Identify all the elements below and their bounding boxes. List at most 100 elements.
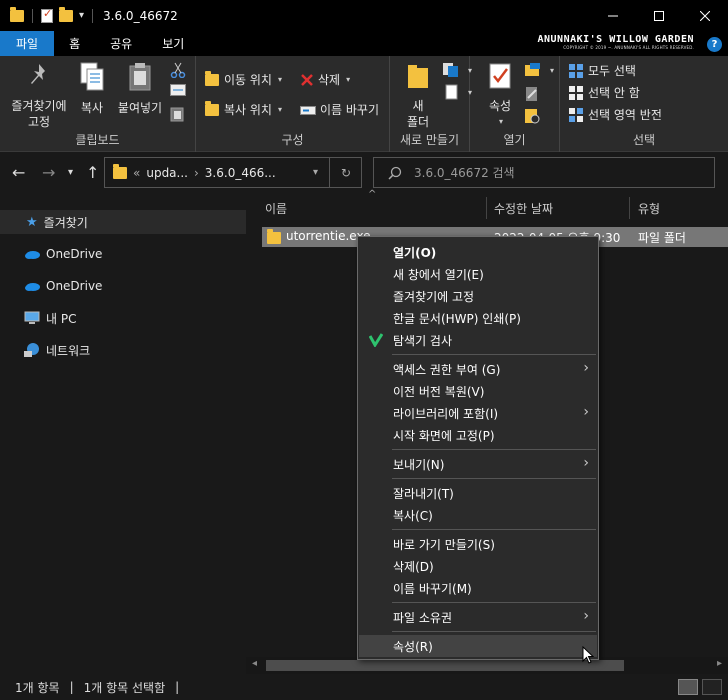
scrollbar-thumb[interactable] xyxy=(266,660,624,671)
brand-logo: ANUNNAKI'S WILLOW GARDEN COPYRIGHT © 201… xyxy=(538,34,695,50)
edit-button[interactable] xyxy=(524,86,540,102)
copy-path-button[interactable] xyxy=(170,84,186,96)
ribbon-group-label: 선택 xyxy=(632,133,656,147)
ribbon-group-clipboard: 즐겨찾기에 고정 복사 붙여넣기 클립보드 xyxy=(0,56,196,152)
invert-selection-button[interactable]: 선택 영역 반전 xyxy=(568,106,662,123)
menu-item[interactable]: 바로 가기 만들기(S) xyxy=(359,533,597,555)
help-button[interactable]: ? xyxy=(707,37,722,52)
ribbon-group-open: 속성 ▾ ▾ 열기 xyxy=(470,56,560,152)
column-header-date[interactable]: 수정한 날짜 xyxy=(494,197,553,219)
chevron-down-icon: ▾ xyxy=(346,75,351,84)
sidebar-item-this-pc[interactable]: 내 PC xyxy=(0,306,246,330)
paste-label: 붙여넣기 xyxy=(117,101,163,115)
up-button[interactable]: ↑ xyxy=(86,163,99,182)
menu-item[interactable]: 이름 바꾸기(M) xyxy=(359,577,597,599)
tab-file[interactable]: 파일 xyxy=(0,31,55,56)
new-folder-button[interactable]: 새 폴더 xyxy=(400,62,436,130)
column-header-name[interactable]: 이름 xyxy=(265,197,287,219)
pin-icon xyxy=(31,64,45,84)
edit-icon xyxy=(526,87,537,101)
menu-item[interactable]: 시작 화면에 고정(P) xyxy=(359,424,597,446)
paste-button[interactable]: 붙여넣기 xyxy=(114,62,166,116)
open-button[interactable]: ▾ xyxy=(524,62,554,78)
menu-item[interactable]: 액세스 권한 부여 (G) › xyxy=(359,358,597,380)
move-to-button[interactable]: 이동 위치 ▾ xyxy=(204,70,282,88)
menu-separator xyxy=(392,478,596,479)
chevron-right-icon: › xyxy=(583,455,589,471)
delete-label: 삭제 xyxy=(318,73,341,87)
copy-button[interactable]: 복사 xyxy=(74,62,110,116)
maximize-button[interactable] xyxy=(636,0,682,31)
menu-item[interactable]: 열기(O) xyxy=(359,241,597,263)
menu-item[interactable]: 이전 버전 복원(V) xyxy=(359,380,597,402)
refresh-icon[interactable]: ↻ xyxy=(341,166,351,180)
breadcrumb-updates[interactable]: upda... xyxy=(146,166,188,180)
details-view-button[interactable] xyxy=(678,679,698,695)
chevron-down-icon[interactable]: ▾ xyxy=(313,167,318,178)
tab-view[interactable]: 보기 xyxy=(147,31,199,56)
scroll-left-icon[interactable]: ◂ xyxy=(252,658,257,669)
delete-button[interactable]: 삭제 ▾ xyxy=(300,71,350,88)
file-type: 파일 폴더 xyxy=(638,231,686,245)
sidebar-item-network[interactable]: 네트워크 xyxy=(0,338,246,362)
sidebar-item-favorites[interactable]: ★ 즐겨찾기 xyxy=(0,210,246,234)
large-icons-view-button[interactable] xyxy=(702,679,722,695)
menu-item[interactable]: 복사(C) xyxy=(359,504,597,526)
menu-item[interactable]: 한글 문서(HWP) 인쇄(P) xyxy=(359,307,597,329)
minimize-button[interactable] xyxy=(590,0,636,31)
select-all-button[interactable]: 모두 선택 xyxy=(568,62,636,79)
menu-item[interactable]: 즐겨찾기에 고정 xyxy=(359,285,597,307)
menu-item[interactable]: 새 창에서 열기(E) xyxy=(359,263,597,285)
menu-item[interactable]: 파일 소유권 › xyxy=(359,606,597,628)
sidebar-item-onedrive-2[interactable]: OneDrive xyxy=(0,274,246,298)
path-overflow[interactable]: « xyxy=(133,166,140,180)
menu-item[interactable]: 삭제(D) xyxy=(359,555,597,577)
menu-item[interactable]: 잘라내기(T) xyxy=(359,482,597,504)
forward-button[interactable]: → xyxy=(42,163,55,182)
menu-separator xyxy=(392,354,596,355)
column-divider[interactable] xyxy=(629,197,630,219)
recent-locations-dropdown[interactable]: ▾ xyxy=(68,167,73,178)
back-button[interactable]: ← xyxy=(12,163,25,182)
address-bar[interactable]: « upda... › 3.6.0_466... ▾ ↻ xyxy=(104,157,362,188)
folder-icon xyxy=(267,229,281,244)
properties-button[interactable]: 속성 ▾ xyxy=(482,62,518,130)
tab-home[interactable]: 홈 xyxy=(54,31,95,56)
menu-item[interactable]: 탐색기 검사 xyxy=(359,329,597,351)
menu-item[interactable]: 속성(R) xyxy=(359,635,597,657)
menu-item[interactable]: 라이브러리에 포함(I) › xyxy=(359,402,597,424)
delete-x-icon xyxy=(301,73,313,86)
rename-button[interactable]: 이름 바꾸기 xyxy=(300,101,379,118)
new-folder-icon[interactable] xyxy=(59,6,73,22)
sidebar-item-label: 즐겨찾기 xyxy=(43,215,88,230)
status-separator: | xyxy=(69,680,74,694)
easy-access-button[interactable]: ▾ xyxy=(442,84,472,100)
copy-folder-icon xyxy=(204,100,220,118)
tab-share[interactable]: 공유 xyxy=(95,31,147,56)
menu-item-label: 속성(R) xyxy=(393,639,433,654)
paste-shortcut-button[interactable] xyxy=(170,106,184,122)
pin-to-quick-access-button[interactable]: 즐겨찾기에 고정 xyxy=(6,62,72,130)
column-header-type[interactable]: 유형 xyxy=(638,197,660,219)
history-button[interactable] xyxy=(524,108,540,124)
search-box[interactable]: 3.6.0_46672 검색 xyxy=(373,157,715,188)
breadcrumb-current[interactable]: 3.6.0_466... xyxy=(205,166,276,180)
scroll-right-icon[interactable]: ▸ xyxy=(717,658,722,669)
properties-icon[interactable] xyxy=(41,7,53,23)
maximize-icon xyxy=(654,10,664,21)
minimize-icon xyxy=(608,15,618,16)
new-item-button[interactable]: ▾ xyxy=(442,62,472,78)
copy-to-button[interactable]: 복사 위치 ▾ xyxy=(204,100,282,118)
cut-button[interactable] xyxy=(170,62,186,78)
new-folder-label: 새 폴더 xyxy=(406,99,430,129)
menu-item[interactable]: 보내기(N) › xyxy=(359,453,597,475)
select-none-button[interactable]: 선택 안 함 xyxy=(568,84,640,101)
folder-icon xyxy=(113,163,127,179)
customize-toolbar-dropdown[interactable]: ▾ xyxy=(79,10,84,21)
menu-separator xyxy=(392,529,596,530)
sidebar-item-onedrive[interactable]: OneDrive xyxy=(0,242,246,266)
column-divider[interactable] xyxy=(486,197,487,219)
menu-item-label: 액세스 권한 부여 (G) xyxy=(393,362,501,377)
chevron-right-icon[interactable]: › xyxy=(194,166,199,180)
close-button[interactable] xyxy=(682,0,728,31)
